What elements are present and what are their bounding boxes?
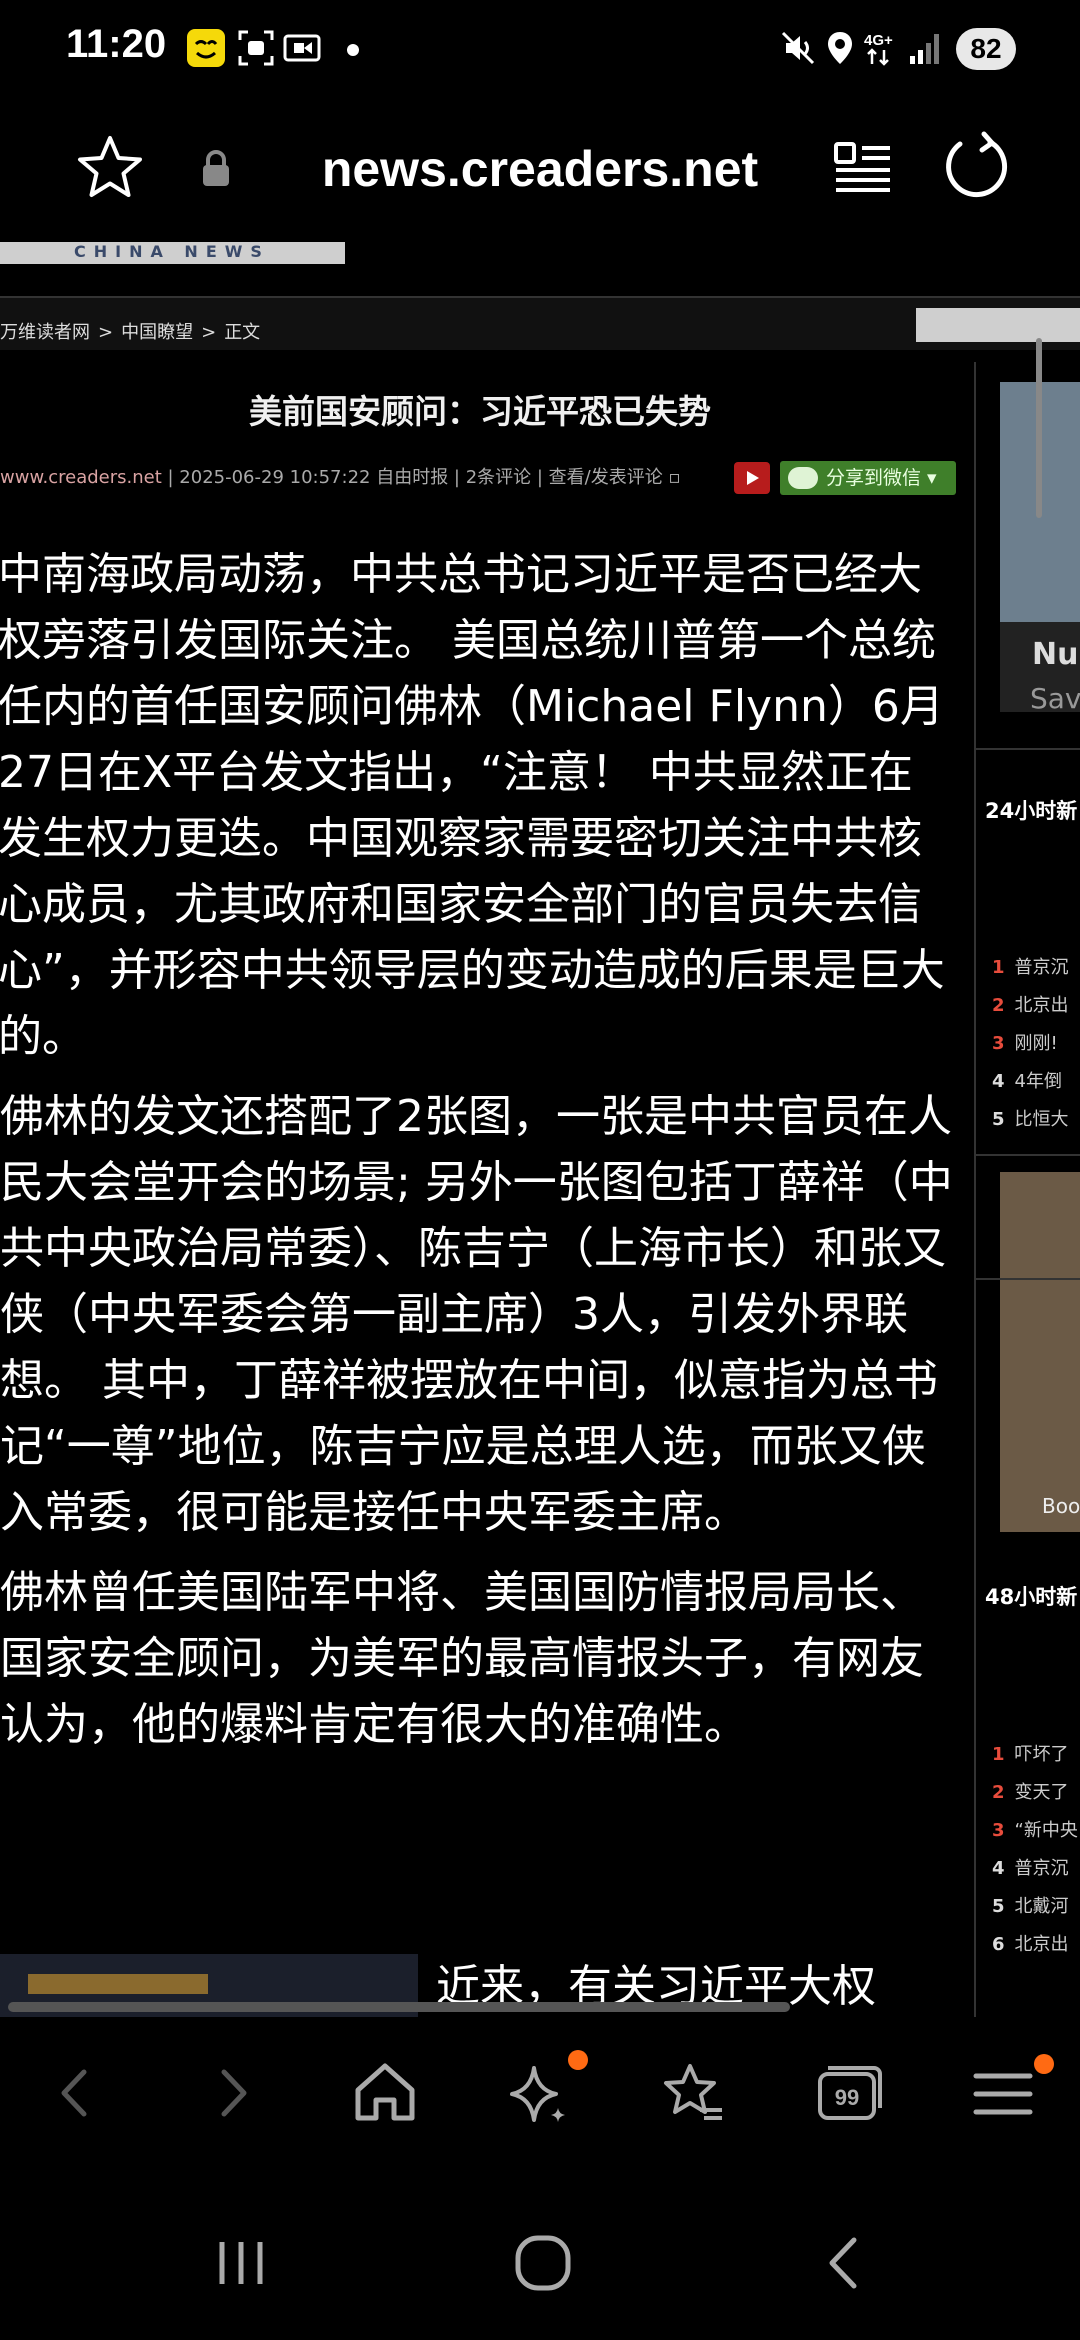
status-bar: 11:20 4G+ 82 bbox=[0, 0, 1080, 100]
notification-dot-icon bbox=[346, 42, 360, 82]
forward-icon[interactable] bbox=[188, 2048, 278, 2138]
svg-text:4G+: 4G+ bbox=[864, 32, 893, 49]
article-paragraph: 佛林的发文还搭配了2张图，一张是中共官员在人民大会堂开会的场景; 另外一张图包括… bbox=[0, 1091, 953, 1538]
status-time: 11:20 bbox=[66, 22, 167, 66]
notification-dot bbox=[568, 2050, 588, 2070]
list-item[interactable]: 3 刚刚! bbox=[992, 1029, 1069, 1067]
screen-record-icon bbox=[282, 28, 322, 68]
article-meta: www.creaders.net | 2025-06-29 10:57:22 自… bbox=[0, 463, 681, 489]
back-icon[interactable] bbox=[30, 2048, 120, 2138]
browser-toolbar: 99 bbox=[0, 2018, 1080, 2188]
article-body: 中南海政局动荡，中共总书记习近平是否已经大权旁落引发国际关注。 美国总统川普第一… bbox=[0, 542, 955, 1772]
breadcrumb-sep: > bbox=[98, 322, 114, 343]
sidebar-ad-title: Nur bbox=[1032, 637, 1080, 672]
system-navigation-bar bbox=[0, 2188, 1080, 2340]
sidebar-ad-image[interactable]: Boo bbox=[1000, 1172, 1080, 1532]
youtube-icon[interactable] bbox=[734, 462, 770, 494]
home-circle-icon[interactable] bbox=[498, 2218, 588, 2308]
web-content: CHINA NEWS 万维读者网 > 中国瞭望 > 正文 美前国安顾问：习近平恐已失势 … bbox=[0, 242, 1080, 2017]
screenshot-icon bbox=[236, 28, 276, 68]
list-item[interactable]: 1 普京沉 bbox=[992, 953, 1069, 991]
article-title: 美前国安顾问：习近平恐已失势 bbox=[249, 392, 711, 431]
divider bbox=[976, 1278, 1080, 1280]
list-item[interactable]: 5 比恒大 bbox=[992, 1105, 1069, 1143]
network-4g-icon: 4G+ bbox=[862, 28, 902, 68]
share-label: 分享到微信 ▾ bbox=[826, 467, 937, 489]
vertical-scrollbar[interactable] bbox=[1036, 338, 1042, 518]
location-icon bbox=[820, 28, 860, 68]
list-item[interactable]: 2 变天了 bbox=[992, 1778, 1078, 1816]
breadcrumb-home[interactable]: 万维读者网 bbox=[0, 322, 90, 343]
article-paragraph: 中南海政局动荡，中共总书记习近平是否已经大权旁落引发国际关注。 美国总统川普第一… bbox=[0, 549, 945, 1062]
list-item[interactable]: 2 北京出 bbox=[992, 991, 1069, 1029]
list-item[interactable]: 5 北戴河 bbox=[992, 1892, 1078, 1930]
divider bbox=[976, 748, 1080, 750]
breadcrumb: 万维读者网 > 中国瞭望 > 正文 bbox=[0, 318, 264, 344]
divider bbox=[976, 1154, 1080, 1156]
emoji-app-icon bbox=[186, 28, 226, 68]
sidebar-ad-text: Boo bbox=[1042, 1494, 1080, 1518]
bookmarks-icon[interactable] bbox=[648, 2048, 738, 2138]
wechat-icon bbox=[788, 467, 818, 489]
share-wechat-button[interactable]: 分享到微信 ▾ bbox=[780, 461, 956, 495]
notification-dot bbox=[1034, 2054, 1054, 2074]
list-item[interactable]: 4 普京沉 bbox=[992, 1854, 1078, 1892]
breadcrumb-section[interactable]: 中国瞭望 bbox=[121, 322, 193, 343]
sidebar-heading-24h: 24小时新 bbox=[985, 799, 1078, 823]
browser-address-bar: news.creaders.net bbox=[0, 100, 1080, 240]
home-icon[interactable] bbox=[340, 2048, 430, 2138]
reload-icon[interactable] bbox=[936, 128, 1016, 208]
site-search-input[interactable] bbox=[916, 308, 1080, 342]
list-item[interactable]: 4 4年倒 bbox=[992, 1067, 1069, 1105]
signal-icon bbox=[906, 28, 946, 68]
list-item[interactable]: 1 吓坏了 bbox=[992, 1740, 1078, 1778]
lock-icon[interactable] bbox=[198, 148, 234, 188]
image-caption-art bbox=[28, 1974, 208, 1994]
breadcrumb-current: 正文 bbox=[224, 322, 261, 343]
star-bookmark-icon[interactable] bbox=[72, 130, 148, 206]
svg-text:99: 99 bbox=[835, 2085, 859, 2110]
sidebar-list-24h: 1 普京沉 2 北京出 3 刚刚! 4 4年倒 5 比恒大 bbox=[992, 953, 1069, 1143]
site-banner[interactable]: CHINA NEWS bbox=[0, 242, 345, 264]
breadcrumb-sep: > bbox=[201, 322, 217, 343]
url-text[interactable]: news.creaders.net bbox=[260, 140, 820, 198]
article-paragraph: 佛林曾任美国陆军中将、美国国防情报局局长、国家安全顾问，为美军的最高情报头子，有… bbox=[0, 1567, 924, 1750]
sidebar-list-48h: 1 吓坏了 2 变天了 3 “新中央 4 普京沉 5 北戴河 6 北京出 bbox=[992, 1740, 1078, 1968]
battery-indicator: 82 bbox=[956, 28, 1016, 70]
column-divider bbox=[974, 362, 976, 2017]
back-nav-icon[interactable] bbox=[800, 2218, 890, 2308]
source-link[interactable]: www.creaders.net bbox=[0, 467, 162, 488]
list-item[interactable]: 6 北京出 bbox=[992, 1930, 1078, 1968]
horizontal-scrollbar[interactable] bbox=[8, 2002, 790, 2012]
list-item[interactable]: 3 “新中央 bbox=[992, 1816, 1078, 1854]
tabs-icon[interactable]: 99 bbox=[804, 2048, 894, 2138]
mute-icon bbox=[778, 28, 818, 68]
sidebar-heading-48h: 48小时新 bbox=[985, 1585, 1078, 1609]
meta-info[interactable]: | 2025-06-29 10:57:22 自由时报 | 2条评论 | 查看/发… bbox=[168, 467, 681, 488]
sidebar-ad-subtitle: Sav bbox=[1030, 682, 1080, 715]
reader-mode-icon[interactable] bbox=[830, 136, 896, 202]
recents-icon[interactable] bbox=[196, 2218, 286, 2308]
banner-text: CHINA NEWS bbox=[74, 242, 270, 261]
